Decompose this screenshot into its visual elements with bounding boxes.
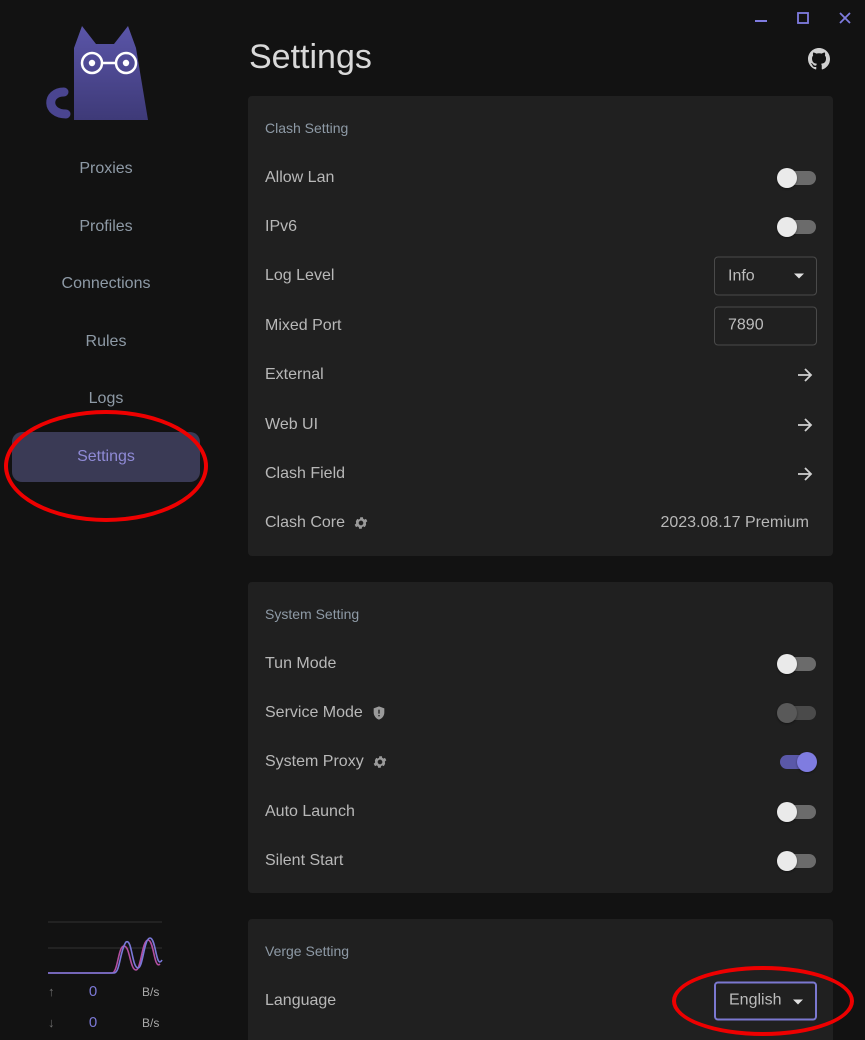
- row-label: Service Mode: [265, 704, 363, 722]
- silent-start-row: Silent Start: [248, 837, 833, 886]
- allow-lan-row: Allow Lan: [248, 153, 833, 202]
- sidebar-item-label: Proxies: [79, 160, 133, 177]
- gear-icon[interactable]: [372, 754, 388, 770]
- arrow-right-icon[interactable]: [793, 462, 817, 486]
- verge-setting-panel: Verge Setting Language English: [248, 919, 833, 1040]
- maximize-icon[interactable]: [793, 8, 813, 28]
- sidebar-item-label: Rules: [85, 332, 127, 350]
- panel-title: System Setting: [265, 606, 360, 622]
- upload-unit: B/s: [142, 984, 160, 999]
- clash-setting-panel: Clash Setting Allow Lan IPv6 Log Level I…: [248, 96, 833, 556]
- sidebar-item-label: Connections: [61, 275, 151, 293]
- system-setting-panel: System Setting Tun Mode Service Mode Sys…: [248, 582, 833, 893]
- row-label: Silent Start: [265, 852, 344, 870]
- mixed-port-input[interactable]: 7890: [714, 306, 817, 346]
- panel-title: Verge Setting: [265, 943, 350, 959]
- sidebar-item-label: Logs: [88, 390, 124, 408]
- row-label: Clash Field: [265, 465, 346, 483]
- row-label: IPv6: [265, 218, 298, 236]
- select-value: Info: [728, 267, 755, 285]
- ipv6-toggle[interactable]: [777, 217, 817, 238]
- download-speed: ↓ 0 B/s: [48, 1007, 168, 1038]
- row-label: Allow Lan: [265, 168, 335, 186]
- external-row: External: [248, 351, 833, 400]
- row-label: Tun Mode: [265, 654, 337, 672]
- sidebar-item-connections[interactable]: Connections: [12, 259, 200, 309]
- log-level-select[interactable]: Info: [714, 256, 817, 296]
- github-icon[interactable]: [808, 48, 830, 70]
- log-level-row: Log Level Info: [248, 252, 833, 301]
- row-label: Mixed Port: [265, 316, 342, 334]
- arrow-up-icon: ↑: [48, 984, 55, 999]
- row-label: Clash Core: [265, 514, 346, 532]
- tun-mode-row: Tun Mode: [248, 639, 833, 688]
- sidebar-item-rules[interactable]: Rules: [12, 317, 200, 367]
- arrow-right-icon[interactable]: [793, 363, 817, 387]
- traffic-graph: [48, 921, 163, 974]
- row-label: Web UI: [265, 415, 319, 433]
- clash-core-version: 2023.08.17 Premium: [660, 514, 809, 532]
- app-logo: [44, 22, 154, 126]
- clash-field-row: Clash Field: [248, 449, 833, 498]
- gear-icon[interactable]: [353, 515, 369, 531]
- arrow-down-icon: ↓: [48, 1015, 55, 1030]
- sidebar-nav: Proxies Profiles Connections Rules Logs …: [12, 144, 200, 490]
- window-controls: [751, 8, 855, 28]
- row-label: Log Level: [265, 267, 335, 285]
- page-title: Settings: [249, 38, 372, 76]
- auto-launch-row: Auto Launch: [248, 787, 833, 836]
- download-unit: B/s: [142, 1015, 160, 1030]
- shield-icon[interactable]: [371, 705, 387, 721]
- service-mode-toggle[interactable]: [777, 703, 817, 724]
- silent-start-toggle[interactable]: [777, 851, 817, 872]
- sidebar-item-settings[interactable]: Settings: [12, 431, 200, 482]
- tun-mode-toggle[interactable]: [777, 653, 817, 674]
- select-value: English: [729, 991, 782, 1009]
- arrow-right-icon[interactable]: [793, 413, 817, 437]
- caret-down-icon: [794, 273, 804, 279]
- service-mode-row: Service Mode: [248, 688, 833, 737]
- input-value: 7890: [728, 316, 764, 334]
- row-label: External: [265, 366, 324, 384]
- traffic-monitor: ↑ 0 B/s ↓ 0 B/s: [48, 920, 168, 1038]
- language-row: Language English: [248, 976, 833, 1025]
- sidebar-item-proxies[interactable]: Proxies: [12, 144, 200, 194]
- row-label: System Proxy: [265, 753, 364, 771]
- sidebar-item-logs[interactable]: Logs: [12, 374, 200, 424]
- upload-speed: ↑ 0 B/s: [48, 976, 168, 1007]
- row-label: Language: [265, 991, 337, 1009]
- caret-down-icon: [793, 999, 803, 1005]
- close-icon[interactable]: [835, 8, 855, 28]
- system-proxy-row: System Proxy: [248, 738, 833, 787]
- auto-launch-toggle[interactable]: [777, 801, 817, 822]
- sidebar-item-profiles[interactable]: Profiles: [12, 202, 200, 252]
- ipv6-row: IPv6: [248, 202, 833, 251]
- language-select[interactable]: English: [714, 981, 817, 1021]
- sidebar-item-label: Settings: [77, 447, 135, 465]
- panel-title: Clash Setting: [265, 120, 349, 136]
- clash-core-row: Clash Core 2023.08.17 Premium: [248, 499, 833, 548]
- sidebar-item-label: Profiles: [79, 217, 133, 235]
- allow-lan-toggle[interactable]: [777, 167, 817, 188]
- system-proxy-toggle[interactable]: [777, 752, 817, 773]
- mixed-port-row: Mixed Port 7890: [248, 301, 833, 350]
- row-label: Auto Launch: [265, 802, 355, 820]
- web-ui-row: Web UI: [248, 400, 833, 449]
- sidebar: Proxies Profiles Connections Rules Logs …: [0, 0, 212, 1040]
- minimize-icon[interactable]: [751, 8, 771, 28]
